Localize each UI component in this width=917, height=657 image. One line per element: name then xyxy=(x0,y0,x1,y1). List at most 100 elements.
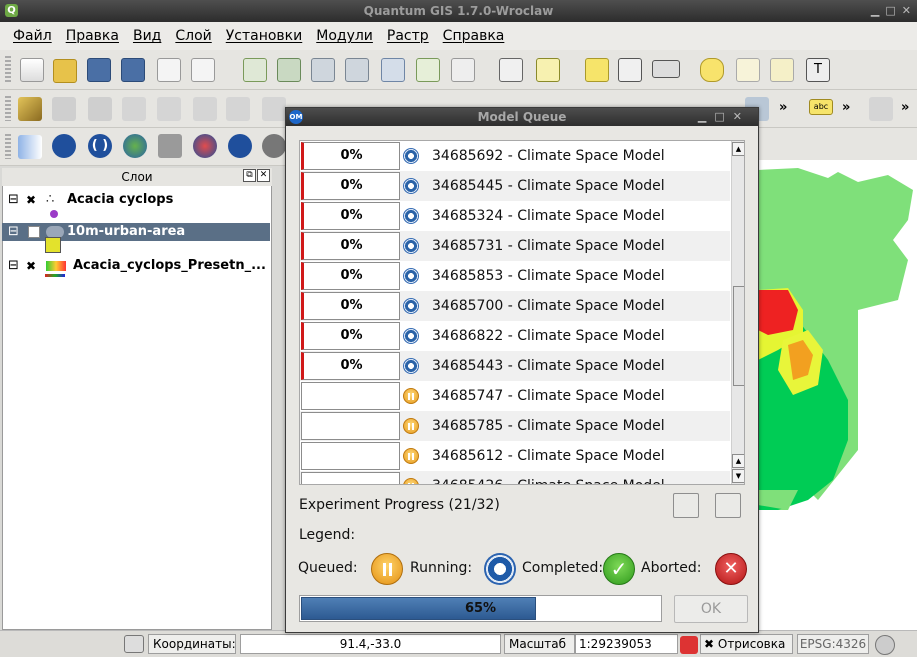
crs-button[interactable]: EPSG:4326 xyxy=(797,634,869,654)
deselect-icon[interactable] xyxy=(585,58,609,82)
globe-icon[interactable] xyxy=(123,134,147,158)
running-icon xyxy=(484,553,516,585)
map-canvas[interactable] xyxy=(758,160,917,630)
python-console-icon[interactable]: ( ) xyxy=(88,134,112,158)
collapse-icon[interactable]: ⊟ xyxy=(8,257,19,275)
save-project-icon[interactable] xyxy=(87,58,111,82)
database-icon[interactable] xyxy=(52,134,76,158)
tools-icon[interactable] xyxy=(158,134,182,158)
menu-view[interactable]: Вид xyxy=(126,28,168,44)
float-panel-icon[interactable]: ⧉ xyxy=(243,169,256,182)
layer-item[interactable]: ⊟ ✖ ∴ Acacia cyclops xyxy=(2,191,270,209)
measure-line-icon[interactable] xyxy=(652,60,680,78)
toolbar-overflow-icon[interactable]: » xyxy=(779,100,787,115)
new-shapefile-icon[interactable] xyxy=(416,58,440,82)
menu-help[interactable]: Справка xyxy=(436,28,512,44)
cut-features-icon[interactable] xyxy=(193,97,217,121)
scroll-up-icon[interactable]: ▲ xyxy=(732,454,744,468)
experiment-button-2[interactable] xyxy=(715,493,741,518)
add-wms-layer-icon[interactable] xyxy=(381,58,405,82)
toggle-editing-icon[interactable] xyxy=(18,97,42,121)
menu-plugins[interactable]: Модули xyxy=(309,28,380,44)
remove-layer-icon[interactable] xyxy=(451,58,475,82)
row-label: 34685445 - Climate Space Model xyxy=(432,178,665,194)
collapse-icon[interactable]: ⊟ xyxy=(8,223,19,241)
menu-edit[interactable]: Правка xyxy=(59,28,126,44)
scale-field[interactable]: 1:29239053 xyxy=(575,634,678,654)
queue-row[interactable]: 34685426 - Climate Space Model xyxy=(300,471,730,484)
menu-file[interactable]: Файл xyxy=(6,28,59,44)
queue-row[interactable]: 0% 34685731 - Climate Space Model xyxy=(300,231,730,261)
add-raster-layer-icon[interactable] xyxy=(277,58,301,82)
ok-button[interactable]: OK xyxy=(674,595,748,623)
queue-row[interactable]: 0% 34685853 - Climate Space Model xyxy=(300,261,730,291)
queue-row[interactable]: 34685612 - Climate Space Model xyxy=(300,441,730,471)
move-feature-icon[interactable] xyxy=(157,97,181,121)
menu-raster[interactable]: Растр xyxy=(380,28,436,44)
coordinates-field[interactable]: 91.4,-33.0 xyxy=(240,634,501,654)
queue-row[interactable]: 0% 34685443 - Climate Space Model xyxy=(300,351,730,381)
queue-row[interactable]: 0% 34685700 - Climate Space Model xyxy=(300,291,730,321)
add-vector-layer-icon[interactable] xyxy=(243,58,267,82)
render-toggle[interactable]: ✖ Отрисовка xyxy=(700,634,793,654)
menu-layer[interactable]: Слой xyxy=(168,28,218,44)
dialog-window-buttons[interactable]: ▁□✕ xyxy=(698,108,750,126)
new-print-composer-icon[interactable] xyxy=(157,58,181,82)
new-project-icon[interactable] xyxy=(20,58,44,82)
minimize-icon[interactable]: ▁ xyxy=(871,0,879,22)
layer-item-selected[interactable]: ⊟ 10m-urban-area xyxy=(2,223,270,241)
layer-item[interactable]: ⊟ ✖ Acacia_cyclops_Presetn_... xyxy=(2,257,270,275)
new-bookmark-icon[interactable] xyxy=(736,58,760,82)
select-features-icon[interactable] xyxy=(536,58,560,82)
data-store-icon[interactable] xyxy=(228,134,252,158)
queue-row[interactable]: 34685785 - Climate Space Model xyxy=(300,411,730,441)
running-status-icon xyxy=(403,148,419,164)
openmodeller-icon[interactable] xyxy=(193,134,217,158)
composer-manager-icon[interactable] xyxy=(191,58,215,82)
close-panel-icon[interactable]: ✕ xyxy=(257,169,270,182)
advanced-edit-icon[interactable] xyxy=(869,97,893,121)
plugin-bar-icon[interactable] xyxy=(18,135,42,159)
save-edits-icon[interactable] xyxy=(52,97,76,121)
queue-row[interactable]: 0% 34685445 - Climate Space Model xyxy=(300,171,730,201)
toolbar-overflow-icon[interactable]: » xyxy=(842,100,850,115)
queue-row[interactable]: 0% 34685692 - Climate Space Model xyxy=(300,141,730,171)
add-postgis-layer-icon[interactable] xyxy=(311,58,335,82)
plugin-settings-icon[interactable] xyxy=(262,134,286,158)
layer-visibility-checkbox[interactable]: ✖ xyxy=(26,191,36,209)
paste-features-icon[interactable] xyxy=(262,97,286,121)
capture-point-icon[interactable] xyxy=(88,97,112,121)
projection-icon[interactable] xyxy=(875,635,895,655)
collapse-icon[interactable]: ⊟ xyxy=(8,191,19,209)
experiment-button-1[interactable] xyxy=(673,493,699,518)
menu-settings[interactable]: Установки xyxy=(219,28,310,44)
toolbar-overflow-icon[interactable]: » xyxy=(901,100,909,115)
vertical-scrollbar[interactable]: ▲ ▲ ▼ xyxy=(731,141,744,484)
scroll-down-icon[interactable]: ▼ xyxy=(732,469,744,483)
queue-row[interactable]: 34685747 - Climate Space Model xyxy=(300,381,730,411)
open-project-icon[interactable] xyxy=(53,59,77,83)
layer-visibility-checkbox[interactable] xyxy=(28,226,40,238)
add-spatialite-layer-icon[interactable] xyxy=(345,58,369,82)
layer-name: 10m-urban-area xyxy=(67,224,186,239)
map-tips-icon[interactable] xyxy=(700,58,724,82)
scroll-thumb[interactable] xyxy=(733,286,744,386)
scroll-up-icon[interactable]: ▲ xyxy=(732,142,744,156)
close-icon[interactable]: ✕ xyxy=(902,0,911,22)
text-annotation-icon[interactable]: T xyxy=(806,58,830,82)
show-bookmarks-icon[interactable] xyxy=(770,58,794,82)
capture-line-icon[interactable] xyxy=(122,97,146,121)
queue-row[interactable]: 0% 34685324 - Climate Space Model xyxy=(300,201,730,231)
stop-render-icon[interactable] xyxy=(680,636,698,654)
save-as-icon[interactable] xyxy=(121,58,145,82)
layer-visibility-checkbox[interactable]: ✖ xyxy=(26,257,36,275)
identify-icon[interactable] xyxy=(499,58,523,82)
maximize-icon[interactable]: □ xyxy=(885,0,895,22)
copy-features-icon[interactable] xyxy=(226,97,250,121)
label-tool-icon[interactable]: abc xyxy=(809,99,833,115)
row-progress-cell: 0% xyxy=(301,262,400,290)
attribute-table-icon[interactable] xyxy=(618,58,642,82)
queue-row[interactable]: 0% 34686822 - Climate Space Model xyxy=(300,321,730,351)
coordinate-capture-icon[interactable] xyxy=(124,635,144,653)
row-label: 34685692 - Climate Space Model xyxy=(432,148,665,164)
